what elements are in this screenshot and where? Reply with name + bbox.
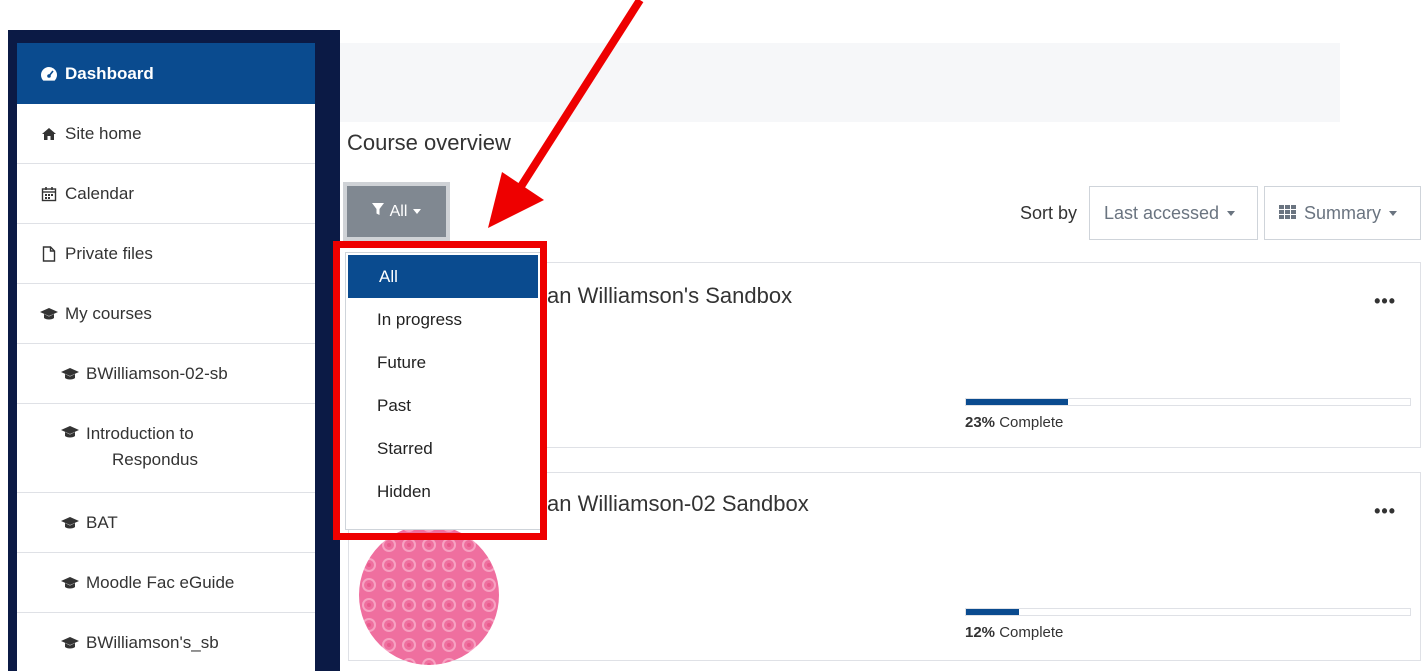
sidebar-item-label: Site home bbox=[65, 123, 142, 143]
dashboard-icon bbox=[39, 66, 59, 82]
sidebar-item-label: BWilliamson-02-sb bbox=[86, 363, 228, 383]
file-icon bbox=[39, 245, 59, 262]
sidebar-item-label: BWilliamson's_sb bbox=[86, 632, 219, 652]
progress-percent: 23% bbox=[965, 414, 996, 431]
filter-option-past[interactable]: Past bbox=[346, 384, 540, 427]
sidebar-item-private-files[interactable]: Private files bbox=[17, 224, 315, 284]
sidebar-item-label: My courses bbox=[65, 303, 152, 323]
sort-value: Last accessed bbox=[1104, 202, 1220, 223]
graduation-cap-icon bbox=[60, 367, 80, 381]
sidebar-item-label: Calendar bbox=[65, 183, 134, 203]
progress-bar bbox=[965, 608, 1411, 616]
sidebar-item-course-bwilliamson-02-sb[interactable]: BWilliamson-02-sb bbox=[17, 344, 315, 404]
sidebar-item-course-introduction-to-respondus[interactable]: Introduction to Respondus bbox=[17, 404, 315, 493]
graduation-cap-icon bbox=[60, 425, 80, 439]
progress-bar bbox=[965, 398, 1411, 406]
sidebar-item-label: Private files bbox=[65, 243, 153, 263]
progress-suffix: Complete bbox=[999, 624, 1064, 641]
label-line-2: Respondus bbox=[112, 450, 199, 469]
sidebar-item-my-courses[interactable]: My courses bbox=[17, 284, 315, 344]
filter-option-all[interactable]: All bbox=[348, 255, 538, 298]
view-select[interactable]: Summary bbox=[1264, 186, 1421, 240]
progress-fill bbox=[966, 609, 1020, 615]
page-title: Course overview bbox=[347, 130, 511, 155]
graduation-cap-icon bbox=[60, 576, 80, 590]
filter-focus-ring: All bbox=[343, 182, 450, 241]
label-line-1: Introduction to bbox=[86, 424, 194, 443]
sort-select[interactable]: Last accessed bbox=[1089, 186, 1258, 240]
sort-label: Sort by bbox=[1020, 203, 1078, 223]
sidebar-item-course-bwilliamsons-sb[interactable]: BWilliamson's_sb bbox=[17, 613, 315, 671]
sidebar-item-label: Moodle Fac eGuide bbox=[86, 572, 235, 592]
sidebar-nav: Dashboard Site home Calendar Private fil… bbox=[17, 43, 315, 671]
graduation-cap-icon bbox=[39, 307, 59, 321]
filter-option-future[interactable]: Future bbox=[346, 341, 540, 384]
sidebar-item-label: Introduction to Respondus bbox=[86, 421, 198, 473]
sidebar-item-site-home[interactable]: Site home bbox=[17, 104, 315, 164]
filter-icon bbox=[371, 202, 384, 221]
sidebar-item-dashboard[interactable]: Dashboard bbox=[17, 43, 315, 104]
filter-option-hidden[interactable]: Hidden bbox=[346, 470, 540, 513]
course-title[interactable]: an Williamson's Sandbox bbox=[547, 283, 792, 309]
top-block bbox=[340, 43, 1340, 122]
course-menu-button[interactable]: ••• bbox=[1374, 501, 1396, 522]
filter-option-starred[interactable]: Starred bbox=[346, 427, 540, 470]
course-menu-button[interactable]: ••• bbox=[1374, 291, 1396, 312]
graduation-cap-icon bbox=[60, 636, 80, 650]
chevron-down-icon bbox=[413, 209, 422, 214]
progress-text: 23% Complete bbox=[965, 414, 1063, 431]
progress-percent: 12% bbox=[965, 624, 996, 641]
sidebar-item-calendar[interactable]: Calendar bbox=[17, 164, 315, 224]
sidebar-item-label: Dashboard bbox=[65, 63, 154, 83]
filter-label: All bbox=[389, 202, 408, 220]
grid-icon bbox=[1279, 203, 1296, 224]
sidebar-item-label: BAT bbox=[86, 512, 118, 532]
sidebar-item-course-moodle-fac-eguide[interactable]: Moodle Fac eGuide bbox=[17, 553, 315, 613]
sidebar-item-course-bat[interactable]: BAT bbox=[17, 493, 315, 553]
graduation-cap-icon bbox=[60, 516, 80, 530]
course-title[interactable]: an Williamson-02 Sandbox bbox=[547, 491, 809, 517]
filter-dropdown-menu: All In progress Future Past Starred Hidd… bbox=[345, 252, 541, 530]
course-image[interactable] bbox=[359, 515, 499, 665]
calendar-icon bbox=[39, 186, 59, 202]
view-value: Summary bbox=[1304, 202, 1382, 223]
home-icon bbox=[39, 127, 59, 141]
filter-option-in-progress[interactable]: In progress bbox=[346, 298, 540, 341]
filter-dropdown-button[interactable]: All bbox=[347, 186, 446, 237]
progress-fill bbox=[966, 399, 1069, 405]
progress-suffix: Complete bbox=[999, 414, 1064, 431]
chevron-down-icon bbox=[1389, 210, 1398, 216]
progress-text: 12% Complete bbox=[965, 624, 1063, 641]
chevron-down-icon bbox=[1227, 210, 1236, 216]
